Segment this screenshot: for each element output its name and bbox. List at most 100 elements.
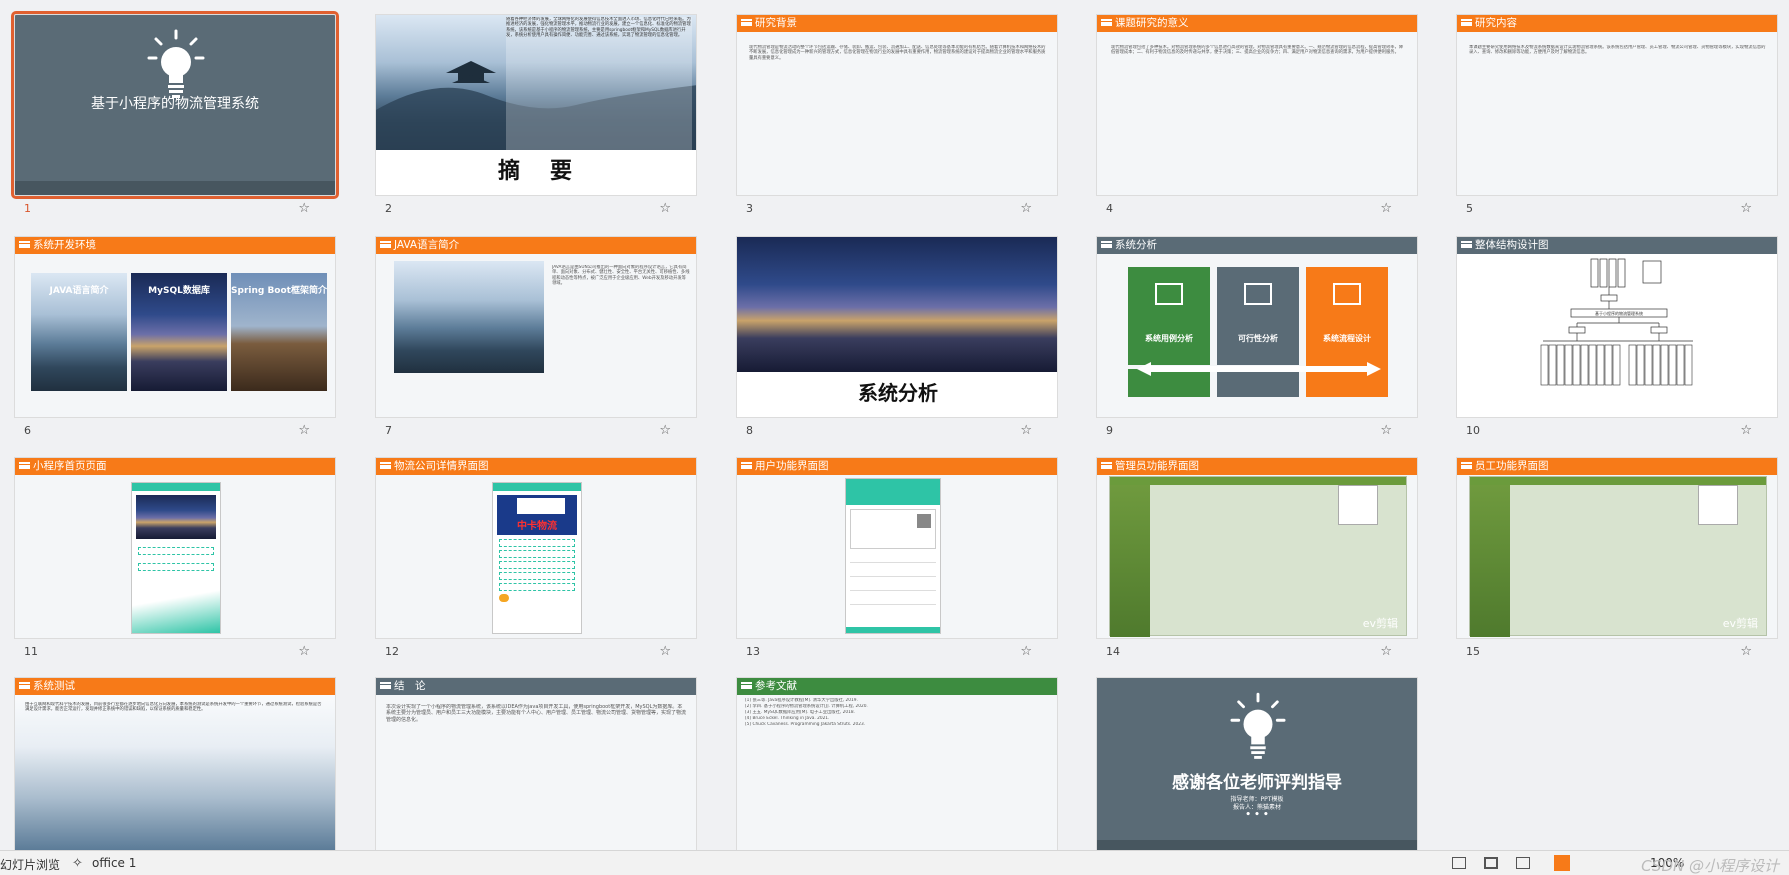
slide-8-canvas[interactable]: 系统分析 <box>736 236 1058 418</box>
view-mode-label[interactable]: 幻灯片浏览 <box>0 856 60 873</box>
star-icon[interactable]: ☆ <box>659 644 671 659</box>
theme-label[interactable]: office 1 <box>92 856 136 870</box>
star-icon[interactable]: ☆ <box>659 201 671 216</box>
flow-label: 系统流程设计 <box>1323 334 1371 343</box>
csdn-watermark: CSDN @小程序设计 <box>1641 857 1779 875</box>
ev-watermark: ev剪辑 <box>1362 617 1398 630</box>
laptop-chart-icon <box>1333 283 1361 305</box>
slide-3-canvas[interactable]: 研究背景 现代物流管理是物流活动的整个环节包括运输、存储、装卸、搬运、包装、流通… <box>736 14 1058 196</box>
star-icon[interactable]: ☆ <box>1740 423 1752 438</box>
admin-window-screenshot: ev剪辑 <box>1109 476 1407 637</box>
slide-number: 2 <box>385 202 392 215</box>
phone-screenshot: 中卡物流 <box>492 482 582 634</box>
star-icon[interactable]: ☆ <box>1380 644 1392 659</box>
slide-7-canvas[interactable]: JAVA语言简介 JAVA语言是由SUN公司推出的一种面向对象的程序设计语言，它… <box>375 236 697 418</box>
slide-1-canvas[interactable]: 基于小程序的物流管理系统 <box>11 11 339 199</box>
double-arrow-icon <box>1137 361 1381 376</box>
star-icon[interactable]: ☆ <box>298 423 310 438</box>
slide-number: 7 <box>385 424 392 437</box>
slide-9-title: 系统分析 <box>1115 239 1157 251</box>
slide-14-title: 管理员功能界面图 <box>1115 460 1199 472</box>
normal-view-icon[interactable] <box>1452 857 1466 869</box>
slide-6-header: 系统开发环境 <box>15 237 335 254</box>
slide-15-canvas[interactable]: 员工功能界面图 ev剪辑 <box>1456 457 1778 639</box>
slide-16-canvas[interactable]: 系统测试 由于互联网和现代科学技术的发展，目前很多行业都在逐步地向信息化方向发展… <box>14 677 336 850</box>
reference-list: [1] 张三等. Java程序设计教程[M]. 清华大学出版社, 2019. [… <box>745 698 1045 728</box>
slide-7-title: JAVA语言简介 <box>394 239 460 251</box>
structure-root-label: 基于小程序的物流管理系统 <box>1595 310 1643 316</box>
star-icon[interactable]: ☆ <box>1020 423 1032 438</box>
slide-2-title: 摘 要 <box>497 159 576 184</box>
slide-sorter-icon[interactable] <box>1484 857 1498 869</box>
slide-3-body: 现代物流管理是物流活动的整个环节包括运输、存储、装卸、搬运、包装、流通加工、配送… <box>749 45 1046 61</box>
slide-17-title: 结 论 <box>394 680 426 692</box>
play-icon[interactable] <box>1554 855 1570 871</box>
slide-5-canvas[interactable]: 研究内容 本课题主要研究使用网络技术及物流系统数据来设计实现物流管理系统。该系统… <box>1456 14 1778 196</box>
slide-15-title: 员工功能界面图 <box>1475 460 1549 472</box>
slide-number: 14 <box>1106 645 1120 658</box>
java-card-label: JAVA语言简介 <box>49 286 109 296</box>
slide-17-canvas[interactable]: 结 论 本次设计实现了一个小程序的物流管理系统，该系统以IDEA作为java项目… <box>375 677 697 850</box>
slide-16-title: 系统测试 <box>33 680 75 692</box>
slide-10-title: 整体结构设计图 <box>1475 239 1549 251</box>
star-icon[interactable]: ☆ <box>1020 644 1032 659</box>
structure-diagram: 基于小程序的物流管理系统 <box>1539 257 1699 417</box>
slide-number: 15 <box>1466 645 1480 658</box>
slide-10-header: 整体结构设计图 <box>1457 237 1777 254</box>
slide-2-abstract: 随着各种经济体的发展，全球网络化的发展使得信息技术全面进入市场、信息化时代已经来… <box>506 17 692 152</box>
lightbulb-icon <box>147 29 205 101</box>
reading-view-icon[interactable] <box>1516 857 1530 869</box>
slide-number: 11 <box>24 645 38 658</box>
slide-6-canvas[interactable]: 系统开发环境 JAVA语言简介 MySQL数据库 Spring Boot框架简介 <box>14 236 336 418</box>
slide-number: 13 <box>746 645 760 658</box>
slide-18-title: 参考文献 <box>755 680 797 692</box>
star-icon[interactable]: ☆ <box>1380 423 1392 438</box>
star-icon[interactable]: ☆ <box>1740 644 1752 659</box>
ev-watermark: ev剪辑 <box>1722 617 1758 630</box>
slide-4-title: 课题研究的意义 <box>1115 17 1189 29</box>
slide-4-canvas[interactable]: 课题研究的意义 现代物流管理包括了多种技术。对物流管理系统的多个信息进行高效的管… <box>1096 14 1418 196</box>
slide-12-canvas[interactable]: 物流公司详情界面图 中卡物流 <box>375 457 697 639</box>
slide-15-header: 员工功能界面图 <box>1457 458 1777 475</box>
slide-number: 9 <box>1106 424 1113 437</box>
mysql-card-label: MySQL数据库 <box>148 286 210 296</box>
star-icon[interactable]: ☆ <box>659 423 671 438</box>
slide-5-header: 研究内容 <box>1457 15 1777 32</box>
theme-icon[interactable]: ✧ <box>72 856 83 871</box>
star-icon[interactable]: ☆ <box>1380 201 1392 216</box>
springboot-card-label: Spring Boot框架简介 <box>231 286 327 296</box>
star-icon[interactable]: ☆ <box>298 201 310 216</box>
flow-card: 系统流程设计 <box>1306 267 1388 397</box>
slide-19-title: 感谢各位老师评判指导 <box>1172 773 1342 793</box>
slide-sorter-grid: 基于小程序的物流管理系统 1 ☆ 随着各种经济体的发展，全球网络化的发展使得信息… <box>0 0 1789 850</box>
feasibility-card: 可行性分析 <box>1217 267 1299 365</box>
slide-13-canvas[interactable]: 用户功能界面图 <box>736 457 1058 639</box>
slide-13-title: 用户功能界面图 <box>755 460 829 472</box>
slide-7-body: JAVA语言是由SUN公司推出的一种面向对象的程序设计语言，它具有简单、面向对象… <box>552 265 690 287</box>
slide-9-canvas[interactable]: 系统分析 系统用例分析 可行性分析 系统流程设计 <box>1096 236 1418 418</box>
reference-item: [5] Chuck Cavaness. Programming Jakarta … <box>745 722 866 727</box>
slide-5-body: 本课题主要研究使用网络技术及物流系统数据来设计实现物流管理系统。该系统包括用户管… <box>1469 45 1766 56</box>
slide-14-canvas[interactable]: 管理员功能界面图 ev剪辑 <box>1096 457 1418 639</box>
use-case-label: 系统用例分析 <box>1145 334 1193 343</box>
star-icon[interactable]: ☆ <box>298 644 310 659</box>
company-logo: 中卡物流 <box>517 521 557 532</box>
city-night-image <box>737 237 1057 372</box>
slide-16-header: 系统测试 <box>15 678 335 695</box>
decor-dots: • • • <box>1245 810 1269 820</box>
star-icon[interactable]: ☆ <box>1020 201 1032 216</box>
slide-18-canvas[interactable]: 参考文献 [1] 张三等. Java程序设计教程[M]. 清华大学出版社, 20… <box>736 677 1058 850</box>
slide-14-header: 管理员功能界面图 <box>1097 458 1417 475</box>
chart-icon <box>1244 283 1272 305</box>
slide-2-canvas[interactable]: 随着各种经济体的发展，全球网络化的发展使得信息技术全面进入市场、信息化时代已经来… <box>375 14 697 196</box>
slide-10-canvas[interactable]: 整体结构设计图 基于小程序的物流管理系统 <box>1456 236 1778 418</box>
slide-11-canvas[interactable]: 小程序首页页面 <box>14 457 336 639</box>
slide-number: 3 <box>746 202 753 215</box>
slide-3-header: 研究背景 <box>737 15 1057 32</box>
slide-8-title: 系统分析 <box>858 381 938 405</box>
slide-19-canvas[interactable]: 感谢各位老师评判指导 指导老师：PPT模板 报告人：熊猫素材 • • • <box>1096 677 1418 850</box>
slide-number: 8 <box>746 424 753 437</box>
slide-4-header: 课题研究的意义 <box>1097 15 1417 32</box>
slide-6-title: 系统开发环境 <box>33 239 96 251</box>
star-icon[interactable]: ☆ <box>1740 201 1752 216</box>
